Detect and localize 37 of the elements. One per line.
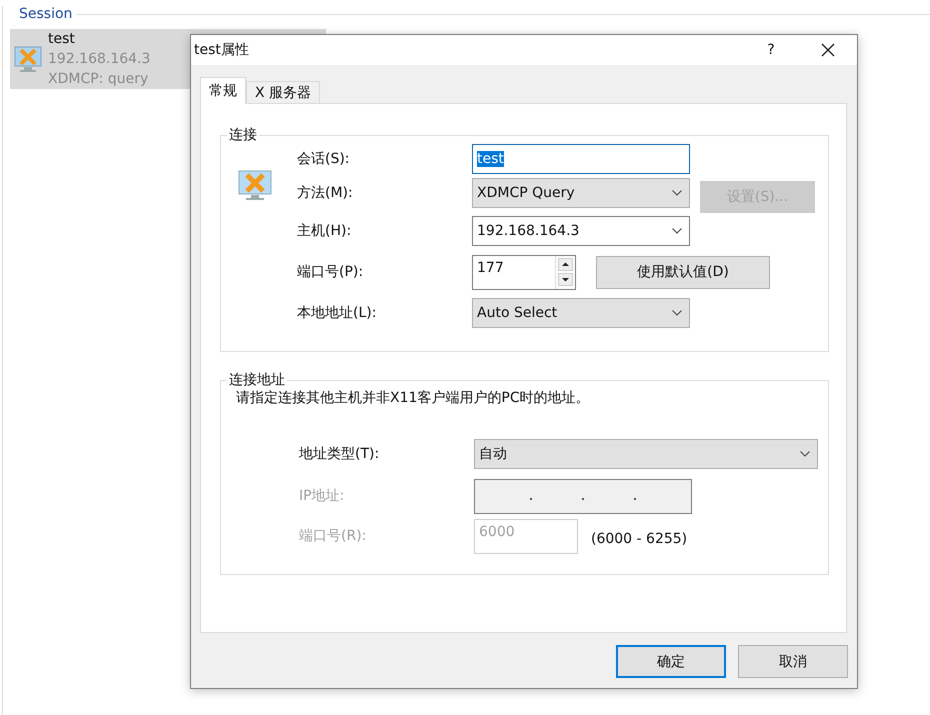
- field-label: 端口号(P):: [297, 263, 364, 281]
- session-method: XDMCP: query: [48, 70, 150, 89]
- field-label: 本地地址(L):: [297, 304, 378, 322]
- range-text: (6000 - 6255): [591, 531, 688, 547]
- description-text: 请指定连接其他主机并非X11客户端用户的PC时的地址。: [236, 389, 591, 407]
- field-label: 会话(S):: [297, 150, 351, 168]
- ip-address-field[interactable]: [474, 478, 692, 514]
- chevron-down-icon: [672, 310, 682, 316]
- port-spinner[interactable]: 177: [472, 254, 576, 290]
- group-title: Session: [19, 6, 74, 22]
- dropdown[interactable]: 192.168.164.3: [472, 216, 690, 246]
- chevron-down-icon: [800, 451, 810, 457]
- window-title: test属性: [194, 41, 250, 59]
- close-icon[interactable]: [821, 43, 835, 57]
- group-title: 连接: [228, 126, 258, 144]
- dropdown[interactable]: XDMCP Query: [472, 178, 690, 208]
- use-default-button[interactable]: 使用默认值(D): [596, 256, 770, 288]
- chevron-down-icon: [672, 190, 682, 196]
- dropdown[interactable]: 自动: [474, 439, 818, 469]
- help-button[interactable]: ?: [761, 42, 781, 58]
- chevron-down-icon: [672, 228, 682, 234]
- session-name-field[interactable]: test: [472, 144, 690, 174]
- field-label: 主机(H):: [297, 222, 352, 240]
- field-label: 方法(M):: [297, 184, 354, 202]
- tab[interactable]: X 服务器: [246, 81, 320, 103]
- group-title: 连接地址: [228, 371, 286, 389]
- field-label: 端口号(R):: [299, 527, 368, 545]
- field-label: 地址类型(T):: [299, 445, 380, 463]
- dropdown[interactable]: Auto Select: [472, 298, 690, 328]
- monitor-x-icon: [237, 168, 273, 202]
- session-name: test: [48, 30, 76, 49]
- tab[interactable]: 常规: [200, 77, 246, 104]
- session-host: 192.168.164.3: [48, 50, 150, 69]
- ok-button[interactable]: 确定: [616, 645, 726, 678]
- monitor-x-icon: [14, 44, 42, 74]
- cancel-button[interactable]: 取消: [738, 645, 848, 678]
- field-label: IP地址:: [299, 487, 346, 505]
